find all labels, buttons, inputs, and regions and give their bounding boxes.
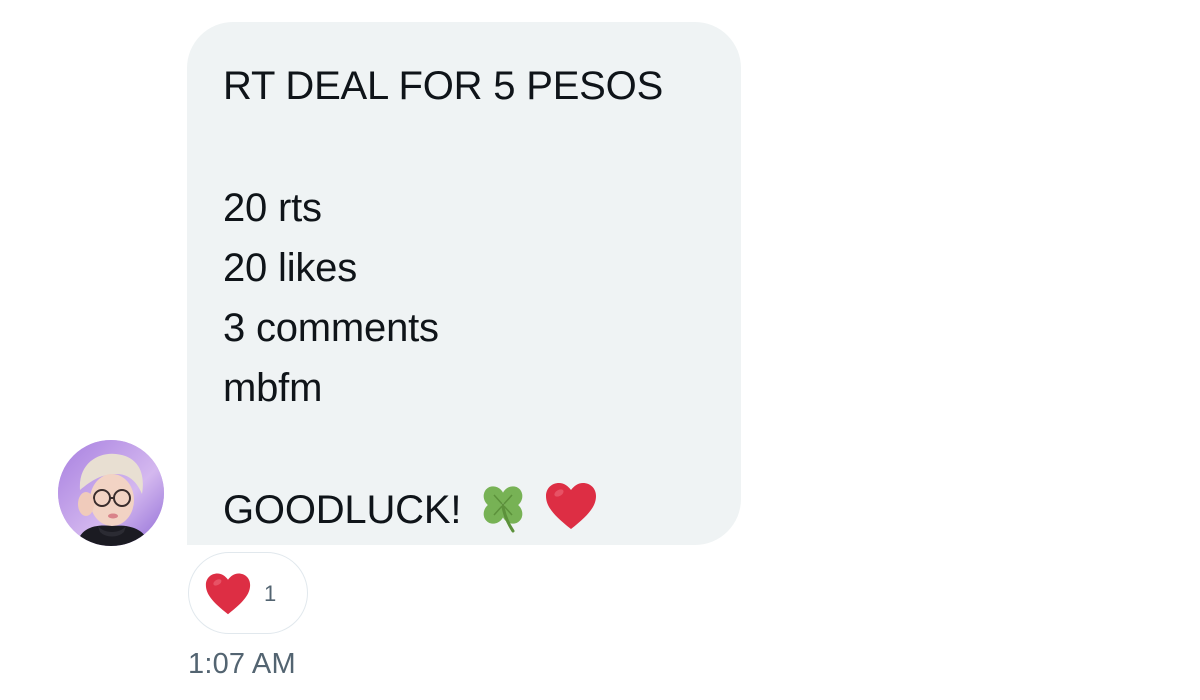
four-leaf-clover-icon xyxy=(475,479,531,535)
message-line: 20 rts xyxy=(223,186,322,230)
message-line: GOODLUCK! xyxy=(223,488,462,532)
message-last-line: GOODLUCK! xyxy=(223,480,741,540)
message-timestamp: 1:07 AM xyxy=(188,648,296,680)
message-bubble[interactable]: RT DEAL FOR 5 PESOS 20 rts 20 likes 3 co… xyxy=(187,22,741,545)
message-line: 3 comments xyxy=(223,306,439,350)
message-line: 20 likes xyxy=(223,246,358,290)
avatar[interactable] xyxy=(58,440,164,546)
reaction-pill[interactable]: 1 xyxy=(188,552,308,634)
message-line-blank xyxy=(223,116,741,178)
red-heart-icon xyxy=(203,570,253,621)
reaction-count: 1 xyxy=(264,581,277,606)
red-heart-icon xyxy=(543,479,599,535)
message-line: RT DEAL FOR 5 PESOS xyxy=(223,64,664,108)
message-line-blank xyxy=(223,418,741,480)
message-line: mbfm xyxy=(223,366,323,410)
